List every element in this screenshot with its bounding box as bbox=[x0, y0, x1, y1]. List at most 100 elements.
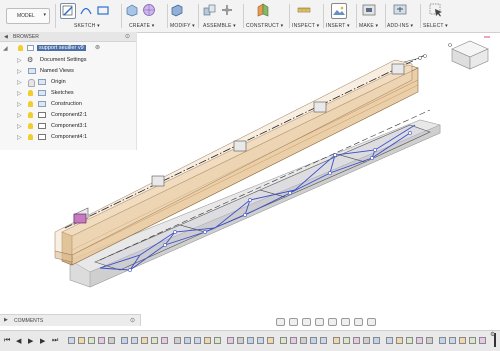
go-to-start-icon[interactable]: ⏮ bbox=[4, 337, 10, 345]
timeline-feature[interactable] bbox=[88, 337, 95, 344]
timeline-feature[interactable] bbox=[267, 337, 274, 344]
fit-icon[interactable] bbox=[328, 317, 337, 326]
modify-icon[interactable] bbox=[170, 3, 184, 17]
create-group[interactable]: CREATE ▾ bbox=[125, 0, 167, 32]
timeline-feature[interactable] bbox=[310, 337, 317, 344]
expand-arrow-icon[interactable]: ▷ bbox=[17, 123, 22, 130]
visibility-bulb-icon[interactable] bbox=[28, 134, 33, 140]
expand-arrow-icon[interactable]: ▷ bbox=[17, 79, 22, 86]
workspace-switcher[interactable]: MODEL ▾ bbox=[6, 8, 50, 24]
browser-header[interactable]: ◀ BROWSER ⊙ bbox=[0, 32, 136, 42]
timeline-feature[interactable] bbox=[184, 337, 191, 344]
timeline-feature[interactable] bbox=[469, 337, 476, 344]
timeline-feature[interactable] bbox=[439, 337, 446, 344]
timeline-feature[interactable] bbox=[426, 337, 433, 344]
visibility-bulb-icon[interactable] bbox=[28, 101, 33, 107]
timeline-feature[interactable] bbox=[290, 337, 297, 344]
expand-arrow-icon[interactable]: ▷ bbox=[17, 90, 22, 97]
timeline-feature[interactable] bbox=[68, 337, 75, 344]
timeline-feature[interactable] bbox=[237, 337, 244, 344]
step-forward-icon[interactable]: ▶ bbox=[40, 337, 45, 345]
timeline-feature[interactable] bbox=[396, 337, 403, 344]
panel-options-icon[interactable]: ⊙ bbox=[125, 33, 130, 40]
tree-item-named-views[interactable]: ▷ Named Views bbox=[0, 67, 136, 76]
timeline-feature[interactable] bbox=[151, 337, 158, 344]
visibility-bulb-icon[interactable] bbox=[28, 79, 35, 87]
timeline-feature[interactable] bbox=[363, 337, 370, 344]
expand-arrow-icon[interactable]: ▷ bbox=[17, 68, 22, 75]
timeline-feature[interactable] bbox=[141, 337, 148, 344]
expand-arrow-icon[interactable]: ▷ bbox=[17, 101, 22, 108]
assemble-group[interactable]: ASSEMBLE ▾ bbox=[203, 0, 243, 32]
zoom-icon[interactable] bbox=[315, 317, 324, 326]
tree-item-origin[interactable]: ▷ Origin bbox=[0, 78, 136, 87]
timeline-feature[interactable] bbox=[257, 337, 264, 344]
timeline-feature[interactable] bbox=[174, 337, 181, 344]
timeline-feature[interactable] bbox=[353, 337, 360, 344]
timeline-feature[interactable] bbox=[373, 337, 380, 344]
insert-group[interactable]: INSERT ▾ bbox=[326, 0, 356, 32]
display-settings-icon[interactable] bbox=[341, 317, 350, 326]
rectangle-icon[interactable] bbox=[96, 3, 110, 17]
sketch-icon[interactable] bbox=[60, 3, 76, 19]
timeline-feature[interactable] bbox=[108, 337, 115, 344]
tree-item-document-settings[interactable]: ▷ ⚙ Document Settings bbox=[0, 56, 136, 65]
timeline-feature[interactable] bbox=[320, 337, 327, 344]
box-icon[interactable] bbox=[125, 3, 139, 17]
tree-root[interactable]: ◢ support seuiller v9 ⊚ bbox=[0, 44, 136, 53]
timeline-feature[interactable] bbox=[161, 337, 168, 344]
timeline-feature[interactable] bbox=[247, 337, 254, 344]
timeline-feature[interactable] bbox=[406, 337, 413, 344]
timeline-feature[interactable] bbox=[386, 337, 393, 344]
joint-icon[interactable] bbox=[220, 3, 234, 17]
modify-group[interactable]: MODIFY ▾ bbox=[170, 0, 198, 32]
form-icon[interactable] bbox=[142, 3, 156, 17]
inspect-icon[interactable] bbox=[297, 3, 311, 17]
timeline-feature[interactable] bbox=[194, 337, 201, 344]
tree-item-component3[interactable]: ▷ Component3:1 bbox=[0, 122, 136, 131]
comments-panel[interactable]: ▶ COMMENTS ⊙ bbox=[0, 314, 141, 326]
visibility-bulb-icon[interactable] bbox=[28, 123, 33, 129]
timeline-feature[interactable] bbox=[204, 337, 211, 344]
timeline-feature[interactable] bbox=[214, 337, 221, 344]
play-icon[interactable]: ▶ bbox=[28, 337, 33, 345]
tree-item-construction[interactable]: ▷ Construction bbox=[0, 100, 136, 109]
timeline-feature[interactable] bbox=[333, 337, 340, 344]
arc-icon[interactable] bbox=[79, 3, 93, 17]
insert-image-icon[interactable] bbox=[331, 3, 347, 19]
timeline-feature[interactable] bbox=[479, 337, 486, 344]
visibility-bulb-icon[interactable] bbox=[28, 90, 33, 96]
timeline-feature[interactable] bbox=[343, 337, 350, 344]
timeline-feature[interactable] bbox=[78, 337, 85, 344]
visibility-bulb-icon[interactable] bbox=[18, 45, 23, 51]
timeline-feature[interactable] bbox=[121, 337, 128, 344]
active-radio-icon[interactable]: ⊚ bbox=[95, 44, 100, 51]
tree-item-component2[interactable]: ▷ Component2:1 bbox=[0, 111, 136, 120]
construct-icon[interactable] bbox=[256, 3, 270, 17]
timeline-feature[interactable] bbox=[459, 337, 466, 344]
add-ins-group[interactable]: ADD-INS ▾ bbox=[387, 0, 419, 32]
timeline-feature[interactable] bbox=[300, 337, 307, 344]
timeline-feature[interactable] bbox=[227, 337, 234, 344]
add-ins-icon[interactable] bbox=[393, 3, 407, 17]
assemble-icon[interactable] bbox=[203, 3, 217, 17]
collapse-arrow-icon[interactable]: ◢ bbox=[3, 45, 8, 52]
expand-arrow-icon[interactable]: ▷ bbox=[17, 112, 22, 119]
tree-item-sketches[interactable]: ▷ Sketches bbox=[0, 89, 136, 98]
grid-settings-icon[interactable] bbox=[354, 317, 363, 326]
timeline-feature[interactable] bbox=[131, 337, 138, 344]
step-back-icon[interactable]: ◀ bbox=[16, 337, 21, 345]
select-group[interactable]: SELECT ▾ bbox=[423, 0, 457, 32]
select-icon[interactable] bbox=[429, 3, 443, 17]
timeline-settings-icon[interactable]: ⚙ bbox=[490, 331, 495, 338]
inspect-group[interactable]: INSPECT ▾ bbox=[292, 0, 322, 32]
tree-item-component4[interactable]: ▷ Component4:1 bbox=[0, 133, 136, 142]
make-group[interactable]: MAKE ▾ bbox=[359, 0, 385, 32]
expand-arrow-icon[interactable]: ▷ bbox=[17, 134, 22, 141]
go-to-end-icon[interactable]: ⏭ bbox=[52, 337, 58, 345]
sketch-group[interactable]: SKETCH ▾ bbox=[60, 0, 120, 32]
panel-options-icon[interactable]: ⊙ bbox=[130, 317, 135, 324]
timeline-feature[interactable] bbox=[449, 337, 456, 344]
view-cube[interactable] bbox=[446, 35, 494, 73]
timeline-feature[interactable] bbox=[98, 337, 105, 344]
